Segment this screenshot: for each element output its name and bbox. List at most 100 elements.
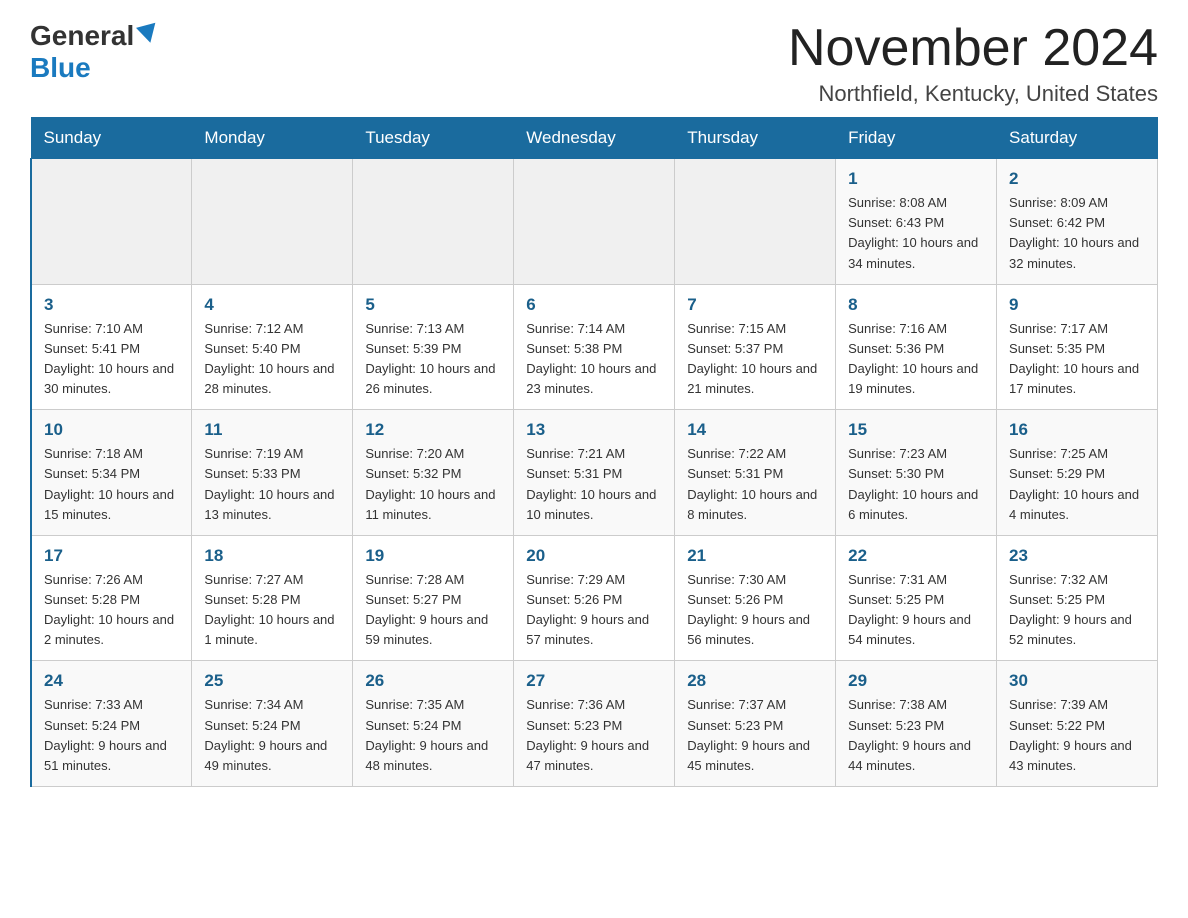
logo-triangle-icon xyxy=(136,23,160,46)
day-info: Sunrise: 8:09 AMSunset: 6:42 PMDaylight:… xyxy=(1009,193,1145,274)
day-number: 5 xyxy=(365,295,501,315)
calendar-week-row: 1Sunrise: 8:08 AMSunset: 6:43 PMDaylight… xyxy=(31,159,1158,285)
day-info: Sunrise: 7:12 AMSunset: 5:40 PMDaylight:… xyxy=(204,319,340,400)
day-info: Sunrise: 7:13 AMSunset: 5:39 PMDaylight:… xyxy=(365,319,501,400)
day-info: Sunrise: 7:25 AMSunset: 5:29 PMDaylight:… xyxy=(1009,444,1145,525)
calendar-day-cell: 8 Sunrise: 7:16 AMSunset: 5:36 PMDaylight… xyxy=(836,284,997,410)
calendar-day-cell xyxy=(514,159,675,285)
day-info: Sunrise: 7:19 AMSunset: 5:33 PMDaylight:… xyxy=(204,444,340,525)
logo-general: General xyxy=(30,20,158,52)
calendar-week-row: 3 Sunrise: 7:10 AMSunset: 5:41 PMDaylight… xyxy=(31,284,1158,410)
logo-general-text: General xyxy=(30,20,134,52)
day-info: Sunrise: 7:28 AMSunset: 5:27 PMDaylight:… xyxy=(365,570,501,651)
day-number: 15 xyxy=(848,420,984,440)
day-info: Sunrise: 7:38 AMSunset: 5:23 PMDaylight:… xyxy=(848,695,984,776)
day-of-week-header: Friday xyxy=(836,118,997,159)
calendar-day-cell: 19 Sunrise: 7:28 AMSunset: 5:27 PMDayligh… xyxy=(353,535,514,661)
day-number: 20 xyxy=(526,546,662,566)
calendar-header-row: SundayMondayTuesdayWednesdayThursdayFrid… xyxy=(31,118,1158,159)
day-info: Sunrise: 7:21 AMSunset: 5:31 PMDaylight:… xyxy=(526,444,662,525)
day-number: 19 xyxy=(365,546,501,566)
header: General Blue November 2024 Northfield, K… xyxy=(30,20,1158,107)
calendar-day-cell: 21 Sunrise: 7:30 AMSunset: 5:26 PMDayligh… xyxy=(675,535,836,661)
day-of-week-header: Wednesday xyxy=(514,118,675,159)
day-number: 6 xyxy=(526,295,662,315)
calendar-day-cell: 6Sunrise: 7:14 AMSunset: 5:38 PMDaylight… xyxy=(514,284,675,410)
calendar-day-cell: 7 Sunrise: 7:15 AMSunset: 5:37 PMDaylight… xyxy=(675,284,836,410)
calendar-day-cell: 20 Sunrise: 7:29 AMSunset: 5:26 PMDayligh… xyxy=(514,535,675,661)
calendar-day-cell: 9 Sunrise: 7:17 AMSunset: 5:35 PMDaylight… xyxy=(997,284,1158,410)
calendar-day-cell: 5 Sunrise: 7:13 AMSunset: 5:39 PMDaylight… xyxy=(353,284,514,410)
day-info: Sunrise: 7:26 AMSunset: 5:28 PMDaylight:… xyxy=(44,570,179,651)
calendar-day-cell: 1Sunrise: 8:08 AMSunset: 6:43 PMDaylight… xyxy=(836,159,997,285)
day-number: 4 xyxy=(204,295,340,315)
calendar-week-row: 24Sunrise: 7:33 AMSunset: 5:24 PMDayligh… xyxy=(31,661,1158,787)
calendar-day-cell: 28Sunrise: 7:37 AMSunset: 5:23 PMDayligh… xyxy=(675,661,836,787)
calendar-day-cell xyxy=(353,159,514,285)
day-number: 25 xyxy=(204,671,340,691)
day-number: 18 xyxy=(204,546,340,566)
calendar-day-cell xyxy=(31,159,192,285)
day-of-week-header: Sunday xyxy=(31,118,192,159)
calendar-day-cell: 3 Sunrise: 7:10 AMSunset: 5:41 PMDaylight… xyxy=(31,284,192,410)
day-info: Sunrise: 7:17 AMSunset: 5:35 PMDaylight:… xyxy=(1009,319,1145,400)
day-number: 9 xyxy=(1009,295,1145,315)
calendar-day-cell: 25 Sunrise: 7:34 AMSunset: 5:24 PMDayligh… xyxy=(192,661,353,787)
calendar-day-cell xyxy=(192,159,353,285)
day-info: Sunrise: 7:34 AMSunset: 5:24 PMDaylight:… xyxy=(204,695,340,776)
day-number: 1 xyxy=(848,169,984,189)
day-info: Sunrise: 7:15 AMSunset: 5:37 PMDaylight:… xyxy=(687,319,823,400)
day-number: 22 xyxy=(848,546,984,566)
day-number: 30 xyxy=(1009,671,1145,691)
day-info: Sunrise: 7:27 AMSunset: 5:28 PMDaylight:… xyxy=(204,570,340,651)
calendar-week-row: 10Sunrise: 7:18 AMSunset: 5:34 PMDayligh… xyxy=(31,410,1158,536)
day-info: Sunrise: 7:20 AMSunset: 5:32 PMDaylight:… xyxy=(365,444,501,525)
title-area: November 2024 Northfield, Kentucky, Unit… xyxy=(788,20,1158,107)
calendar-day-cell: 15Sunrise: 7:23 AMSunset: 5:30 PMDayligh… xyxy=(836,410,997,536)
day-number: 3 xyxy=(44,295,179,315)
day-info: Sunrise: 7:36 AMSunset: 5:23 PMDaylight:… xyxy=(526,695,662,776)
day-number: 16 xyxy=(1009,420,1145,440)
day-info: Sunrise: 7:33 AMSunset: 5:24 PMDaylight:… xyxy=(44,695,179,776)
calendar-day-cell: 22 Sunrise: 7:31 AMSunset: 5:25 PMDayligh… xyxy=(836,535,997,661)
day-info: Sunrise: 7:30 AMSunset: 5:26 PMDaylight:… xyxy=(687,570,823,651)
day-number: 27 xyxy=(526,671,662,691)
day-info: Sunrise: 7:39 AMSunset: 5:22 PMDaylight:… xyxy=(1009,695,1145,776)
calendar-day-cell: 26Sunrise: 7:35 AMSunset: 5:24 PMDayligh… xyxy=(353,661,514,787)
day-number: 28 xyxy=(687,671,823,691)
day-number: 2 xyxy=(1009,169,1145,189)
day-of-week-header: Thursday xyxy=(675,118,836,159)
logo: General Blue xyxy=(30,20,158,84)
day-of-week-header: Tuesday xyxy=(353,118,514,159)
day-number: 10 xyxy=(44,420,179,440)
calendar-day-cell: 24Sunrise: 7:33 AMSunset: 5:24 PMDayligh… xyxy=(31,661,192,787)
calendar-day-cell: 13 Sunrise: 7:21 AMSunset: 5:31 PMDayligh… xyxy=(514,410,675,536)
calendar-day-cell: 11Sunrise: 7:19 AMSunset: 5:33 PMDayligh… xyxy=(192,410,353,536)
calendar-table: SundayMondayTuesdayWednesdayThursdayFrid… xyxy=(30,117,1158,787)
day-info: Sunrise: 7:16 AMSunset: 5:36 PMDaylight:… xyxy=(848,319,984,400)
location-subtitle: Northfield, Kentucky, United States xyxy=(788,81,1158,107)
calendar-week-row: 17 Sunrise: 7:26 AMSunset: 5:28 PMDayligh… xyxy=(31,535,1158,661)
day-number: 23 xyxy=(1009,546,1145,566)
calendar-day-cell: 18 Sunrise: 7:27 AMSunset: 5:28 PMDayligh… xyxy=(192,535,353,661)
calendar-day-cell: 14 Sunrise: 7:22 AMSunset: 5:31 PMDayligh… xyxy=(675,410,836,536)
calendar-day-cell: 27 Sunrise: 7:36 AMSunset: 5:23 PMDayligh… xyxy=(514,661,675,787)
day-number: 12 xyxy=(365,420,501,440)
calendar-day-cell: 12 Sunrise: 7:20 AMSunset: 5:32 PMDayligh… xyxy=(353,410,514,536)
day-number: 17 xyxy=(44,546,179,566)
day-of-week-header: Saturday xyxy=(997,118,1158,159)
day-number: 13 xyxy=(526,420,662,440)
day-info: Sunrise: 7:22 AMSunset: 5:31 PMDaylight:… xyxy=(687,444,823,525)
calendar-day-cell: 30 Sunrise: 7:39 AMSunset: 5:22 PMDayligh… xyxy=(997,661,1158,787)
day-number: 14 xyxy=(687,420,823,440)
logo-blue-text: Blue xyxy=(30,52,91,84)
day-number: 26 xyxy=(365,671,501,691)
month-title: November 2024 xyxy=(788,20,1158,77)
day-info: Sunrise: 7:31 AMSunset: 5:25 PMDaylight:… xyxy=(848,570,984,651)
day-number: 8 xyxy=(848,295,984,315)
day-info: Sunrise: 7:29 AMSunset: 5:26 PMDaylight:… xyxy=(526,570,662,651)
day-number: 21 xyxy=(687,546,823,566)
calendar-day-cell: 2 Sunrise: 8:09 AMSunset: 6:42 PMDaylight… xyxy=(997,159,1158,285)
day-info: Sunrise: 7:10 AMSunset: 5:41 PMDaylight:… xyxy=(44,319,179,400)
day-number: 7 xyxy=(687,295,823,315)
